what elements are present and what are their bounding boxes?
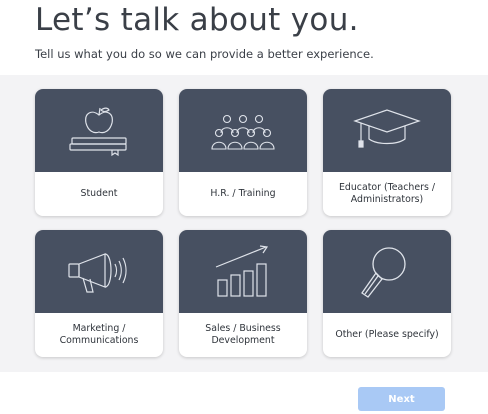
next-button[interactable]: Next	[358, 387, 445, 411]
page-subtitle: Tell us what you do so we can provide a …	[35, 47, 374, 61]
magnifying-glass-icon	[361, 246, 406, 298]
page-title: Let’s talk about you.	[35, 2, 359, 38]
option-label: Sales / Business Development	[205, 323, 281, 346]
option-label: H.R. / Training	[210, 188, 276, 199]
option-card-student[interactable]: Student	[35, 89, 163, 216]
card-art	[35, 230, 163, 313]
card-art	[323, 89, 451, 172]
options-panel: Student H.R. / Training Educator (Teache…	[0, 75, 488, 372]
option-card-hr-training[interactable]: H.R. / Training	[179, 89, 307, 216]
option-label: Student	[80, 188, 118, 199]
option-label: Marketing / Communications	[59, 323, 139, 346]
option-label: Educator (Teachers / Administrators)	[338, 182, 435, 205]
option-card-educator[interactable]: Educator (Teachers / Administrators)	[323, 89, 451, 216]
audience-people-icon	[211, 114, 275, 150]
option-card-sales[interactable]: Sales / Business Development	[179, 230, 307, 357]
card-art	[179, 230, 307, 313]
option-card-marketing[interactable]: Marketing / Communications	[35, 230, 163, 357]
option-label: Other (Please specify)	[335, 329, 439, 340]
card-art	[179, 89, 307, 172]
apple-on-books-icon	[69, 107, 127, 156]
graduation-cap-icon	[353, 108, 421, 148]
growth-bar-chart-icon	[215, 244, 269, 297]
option-card-other[interactable]: Other (Please specify)	[323, 230, 451, 357]
megaphone-icon	[68, 252, 127, 293]
card-art	[35, 89, 163, 172]
card-art	[323, 230, 451, 313]
